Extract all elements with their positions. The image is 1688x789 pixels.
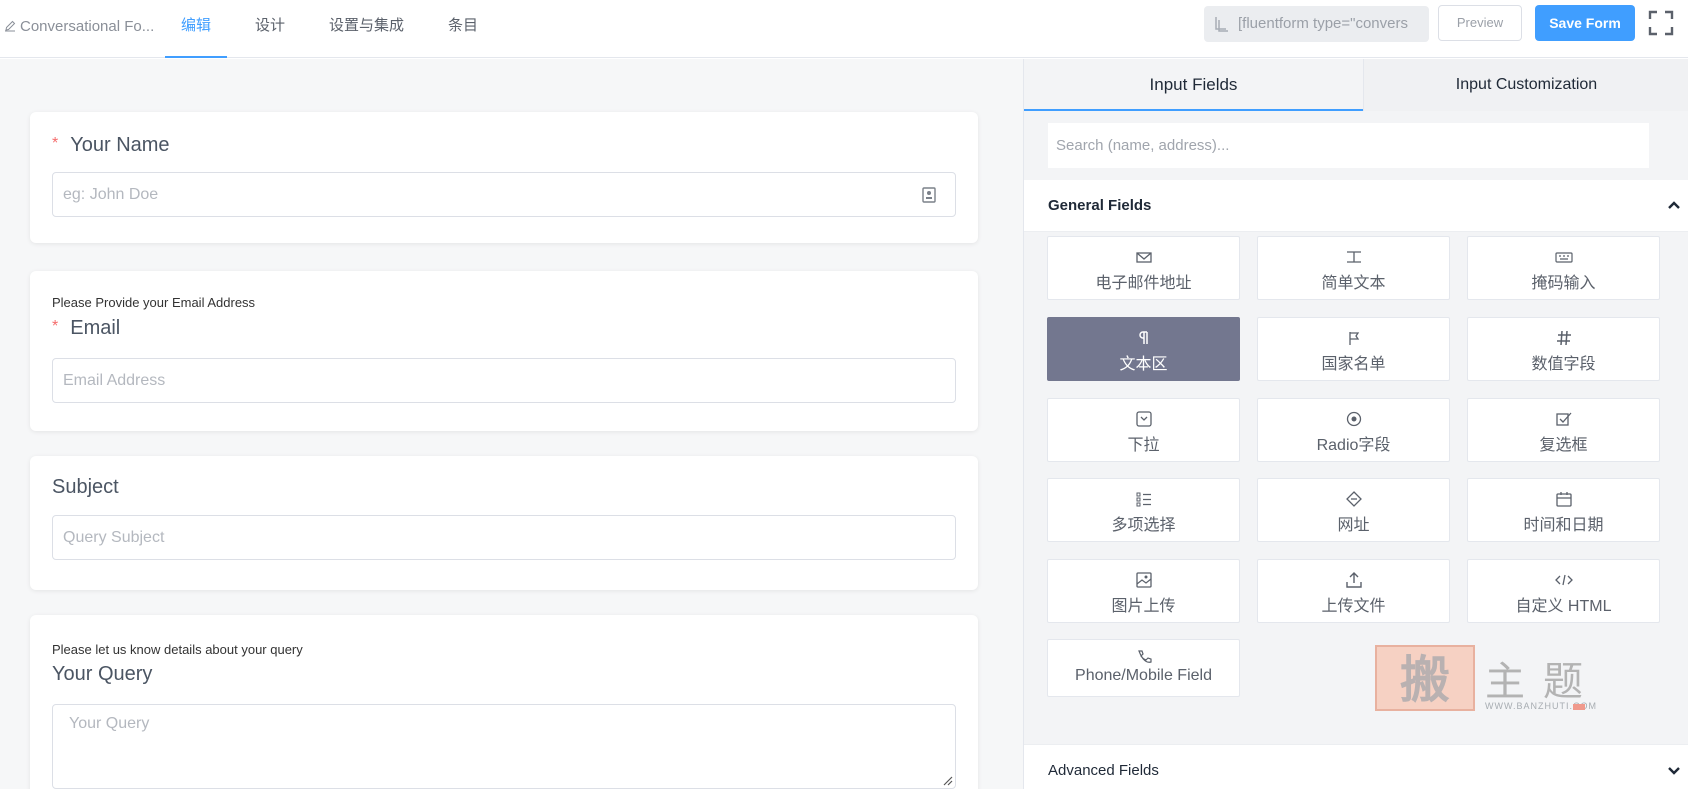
field-image-upload[interactable]: 图片上传: [1047, 559, 1240, 623]
general-fields-header[interactable]: General Fields: [1024, 180, 1688, 232]
name-label: * Your Name: [52, 134, 170, 156]
field-radio[interactable]: Radio字段: [1257, 398, 1450, 462]
chevron-up-icon[interactable]: [1667, 200, 1681, 210]
tab-entries[interactable]: 条目: [432, 0, 494, 58]
image-icon: [1136, 572, 1152, 588]
calendar-icon: [1556, 492, 1572, 507]
subject-placeholder: Query Subject: [63, 529, 165, 546]
email-input[interactable]: Email Address: [52, 358, 956, 403]
advanced-fields-header[interactable]: Advanced Fields: [1024, 744, 1688, 789]
watermark-stamp: 搬: [1375, 645, 1475, 711]
envelope-icon: [1136, 252, 1152, 263]
watermark-dot: [1573, 704, 1585, 710]
email-help-text: Please Provide your Email Address: [52, 295, 256, 310]
main-nav: 编辑 设计 设置与集成 条目: [165, 0, 506, 58]
field-email-address[interactable]: 电子邮件地址: [1047, 236, 1240, 300]
name-placeholder: eg: John Doe: [63, 186, 159, 203]
required-asterisk: *: [52, 318, 59, 335]
query-label: Your Query: [52, 663, 153, 685]
code-icon: [1555, 574, 1573, 586]
save-form-button[interactable]: Save Form: [1535, 5, 1635, 41]
dropdown-icon: [1136, 411, 1152, 427]
preview-button[interactable]: Preview: [1438, 5, 1522, 41]
field-custom-html[interactable]: 自定义 HTML: [1467, 559, 1660, 623]
tab-edit[interactable]: 编辑: [165, 0, 228, 58]
required-asterisk: *: [52, 135, 59, 152]
chevron-down-icon[interactable]: [1667, 766, 1681, 776]
flag-icon: [1349, 332, 1360, 345]
panel-tabs: Input Fields Input Customization: [1024, 59, 1688, 111]
field-card-name[interactable]: * Your Name eg: John Doe: [30, 112, 978, 243]
form-title[interactable]: Conversational Fo...: [4, 0, 154, 54]
field-multiple-choice[interactable]: 多项选择: [1047, 478, 1240, 542]
copy-icon: [1215, 17, 1228, 32]
email-label: * Email: [52, 317, 121, 339]
checkbox-icon: [1556, 412, 1572, 426]
tab-settings-integrations[interactable]: 设置与集成: [313, 0, 420, 58]
field-file-upload[interactable]: 上传文件: [1257, 559, 1450, 623]
field-country-list[interactable]: 国家名单: [1257, 317, 1450, 381]
field-dropdown[interactable]: 下拉: [1047, 398, 1240, 462]
watermark-logo: 搬 主题 WWW.BANZHUTI.COM: [1375, 645, 1605, 717]
watermark-brand: 主题: [1485, 659, 1601, 705]
field-textarea[interactable]: 文本区: [1047, 317, 1240, 381]
form-title-text: Conversational Fo...: [20, 18, 155, 35]
shortcode-text: [fluentform type="convers: [1238, 15, 1408, 32]
contact-card-icon: [922, 187, 936, 203]
resize-grip-icon[interactable]: [941, 774, 953, 786]
advanced-fields-title: Advanced Fields: [1048, 762, 1159, 779]
radio-icon: [1346, 411, 1362, 427]
phone-icon: [1138, 650, 1152, 663]
field-url[interactable]: 网址: [1257, 478, 1450, 542]
field-numeric[interactable]: 数值字段: [1467, 317, 1660, 381]
shortcode-copy-box[interactable]: [fluentform type="convers: [1204, 6, 1429, 42]
hash-icon: [1557, 330, 1571, 346]
field-checkbox[interactable]: 复选框: [1467, 398, 1660, 462]
tab-input-fields[interactable]: Input Fields: [1024, 59, 1363, 111]
upload-icon: [1346, 572, 1362, 588]
query-placeholder: Your Query: [69, 715, 150, 732]
general-fields-title: General Fields: [1048, 197, 1152, 214]
field-card-subject[interactable]: Subject Query Subject: [30, 456, 978, 590]
query-help-text: Please let us know details about your qu…: [52, 642, 303, 657]
field-simple-text[interactable]: 简单文本: [1257, 236, 1450, 300]
paragraph-icon: [1139, 331, 1148, 344]
form-editor-canvas: * Your Name eg: John Doe Please Provide y…: [0, 59, 1023, 789]
link-icon: [1346, 491, 1362, 507]
tab-input-customization[interactable]: Input Customization: [1363, 59, 1688, 111]
tab-design[interactable]: 设计: [239, 0, 301, 58]
field-card-email[interactable]: Please Provide your Email Address * Email…: [30, 271, 978, 431]
list-icon: [1136, 492, 1151, 507]
email-placeholder: Email Address: [63, 372, 166, 389]
keyboard-icon: [1555, 252, 1573, 263]
subject-input[interactable]: Query Subject: [52, 515, 956, 560]
field-search-input[interactable]: Search (name, address)...: [1048, 123, 1649, 168]
field-phone-mobile[interactable]: Phone/Mobile Field: [1047, 639, 1240, 697]
field-card-query[interactable]: Please let us know details about your qu…: [30, 615, 978, 789]
text-icon: [1347, 251, 1361, 263]
name-input[interactable]: eg: John Doe: [52, 172, 956, 217]
subject-label: Subject: [52, 476, 119, 498]
top-bar: Conversational Fo... 编辑 设计 设置与集成 条目 [flu…: [0, 0, 1688, 58]
edit-pencil-icon: [5, 20, 16, 32]
field-date-time[interactable]: 时间和日期: [1467, 478, 1660, 542]
query-textarea[interactable]: Your Query: [52, 704, 956, 789]
field-mask-input[interactable]: 掩码输入: [1467, 236, 1660, 300]
fullscreen-icon[interactable]: [1648, 10, 1674, 36]
